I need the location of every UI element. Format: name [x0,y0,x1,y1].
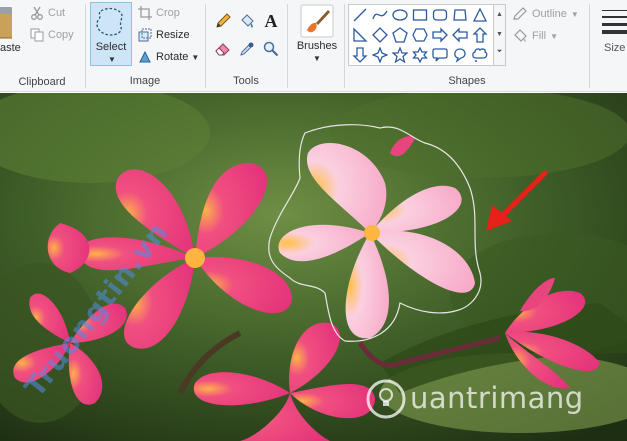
oval-icon[interactable] [391,6,409,24]
size-icon [602,10,627,34]
expand-gallery-icon[interactable]: ⏷ [494,45,505,59]
fill-dropdown-caret[interactable]: ▼ [550,32,558,41]
eraser-icon [215,43,230,56]
magnifier-button[interactable] [262,40,280,58]
rounded-rectangle-icon[interactable] [431,6,449,24]
shapes-gallery-scroll[interactable]: ▲ ▼ ⏷ [494,4,506,66]
five-point-star-icon[interactable] [391,46,409,64]
pentagon-icon[interactable] [391,26,409,44]
cut-button[interactable]: Cut [30,3,65,23]
copy-button[interactable]: Copy [30,25,74,45]
fill-tool-button[interactable] [238,12,256,30]
hexagon-icon[interactable] [411,26,429,44]
outline-dropdown-caret[interactable]: ▼ [571,10,579,19]
right-arrow-icon[interactable] [431,26,449,44]
scroll-down-icon[interactable]: ▼ [494,25,505,45]
eraser-tool-button[interactable] [214,40,232,58]
down-arrow-icon[interactable] [351,46,369,64]
six-point-star-icon[interactable] [411,46,429,64]
fill-label: Fill [532,30,547,42]
cut-label: Cut [48,7,66,19]
resize-button[interactable]: Resize [138,25,190,45]
text-tool-button[interactable]: A [262,10,280,31]
triangle-icon[interactable] [471,6,489,24]
text-tool-icon: A [264,10,278,31]
select-dropdown-caret[interactable]: ▼ [108,55,116,64]
rounded-callout-icon[interactable] [431,46,449,64]
line-icon[interactable] [351,6,369,24]
oval-callout-icon[interactable] [451,46,469,64]
size-button[interactable]: Size [596,2,627,66]
select-button[interactable]: Select ▼ [90,2,132,66]
free-form-select-icon [96,7,123,36]
scroll-up-icon[interactable]: ▲ [494,5,505,25]
diamond-icon[interactable] [371,26,389,44]
magnifier-icon [263,41,279,57]
drawing-canvas[interactable]: Truongtin.vn uantrimang [0,93,627,441]
tools-group-label: Tools [233,75,259,87]
paste-label: aste [0,42,21,54]
eyedropper-icon [240,42,254,56]
separator [344,4,345,88]
image-group-label: Image [129,75,161,87]
up-arrow-icon[interactable] [471,26,489,44]
watermark-quantrimang-text: uantrimang [410,381,584,415]
fill-icon [514,29,527,42]
polygon-icon[interactable] [451,6,469,24]
size-label: Size [604,42,626,54]
separator [287,4,288,88]
shapes-gallery [348,4,494,66]
copy-icon [30,28,44,42]
cloud-callout-icon[interactable] [471,46,489,64]
paint-bucket-icon [241,14,254,28]
outline-label: Outline [532,8,567,20]
rotate-icon [139,50,151,63]
clipboard-group-label: Clipboard [18,76,66,88]
four-point-star-icon[interactable] [371,46,389,64]
rotate-button[interactable]: Rotate ▼ [138,47,199,67]
ribbon-toolbar: aste Cut Copy Clipboard Select ▼ Crop Re… [0,0,627,92]
resize-label: Resize [156,29,190,41]
paste-icon [0,7,12,39]
outline-icon [513,7,527,20]
select-label: Select [95,41,127,53]
crop-icon [138,6,152,20]
brush-icon [300,4,334,38]
left-arrow-icon[interactable] [451,26,469,44]
clipboard-group: aste Cut Copy Clipboard [0,0,84,92]
outline-button[interactable]: Outline ▼ [512,4,579,24]
crop-button[interactable]: Crop [138,3,180,23]
brushes-label: Brushes [296,40,338,52]
brushes-button[interactable]: Brushes ▼ [290,2,344,66]
crop-label: Crop [156,7,180,19]
paste-button[interactable]: aste [0,2,22,68]
pencil-icon [216,13,231,28]
rotate-label: Rotate [156,51,189,63]
curve-icon[interactable] [371,6,389,24]
fill-button[interactable]: Fill ▼ [512,26,558,46]
right-triangle-icon[interactable] [351,26,369,44]
rectangle-icon[interactable] [411,6,429,24]
rotate-dropdown-caret[interactable]: ▼ [191,53,199,62]
shapes-group-label: Shapes [448,75,486,87]
watermark-quantrimang: uantrimang [368,381,584,415]
color-picker-button[interactable] [238,40,256,58]
pencil-tool-button[interactable] [214,12,232,30]
brushes-dropdown-caret[interactable]: ▼ [313,54,321,63]
scissors-icon [31,6,43,20]
resize-icon [138,28,152,42]
copy-label: Copy [48,29,74,41]
separator [589,4,590,88]
